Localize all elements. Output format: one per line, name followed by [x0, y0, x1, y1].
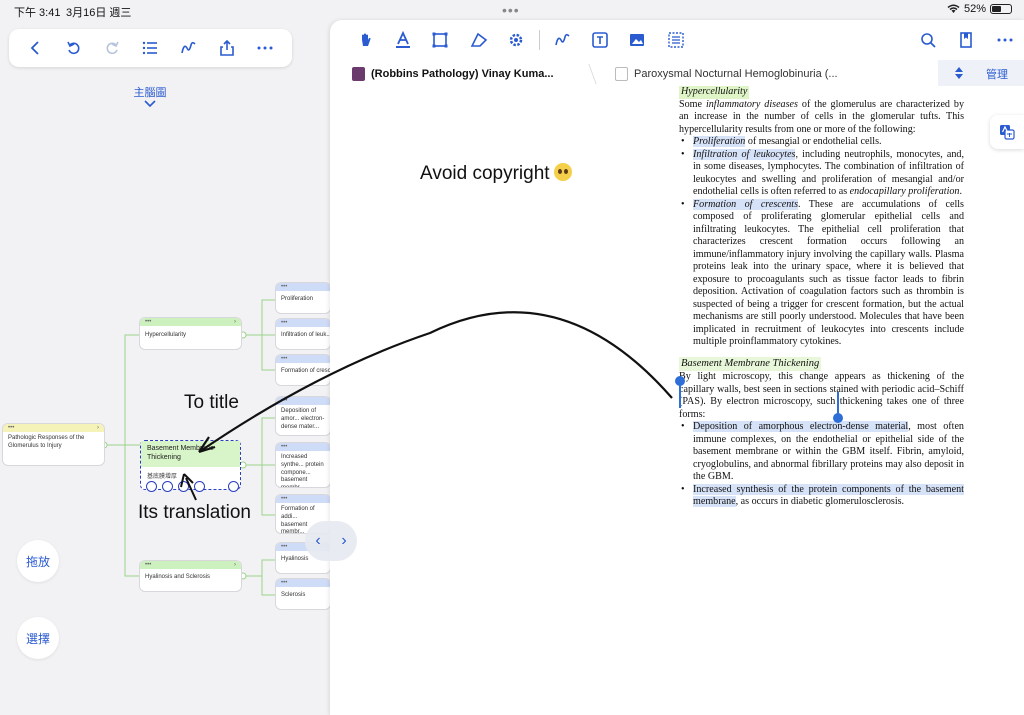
pdf-pane: (Robbins Pathology) Vinay Kuma... Paroxy… — [330, 20, 1024, 715]
chevron-left-icon[interactable]: ‹ — [315, 532, 320, 550]
node-increased-synthesis[interactable]: ••• Increased synthe... protein compone.… — [276, 443, 330, 487]
mindmap-toolbar — [9, 29, 292, 67]
battery-icon — [990, 4, 1012, 14]
pdf-toolbar — [330, 20, 1024, 60]
annotation-its-translation: Its translation — [138, 502, 251, 523]
node-sclerosis[interactable]: ••• Sclerosis — [276, 579, 330, 609]
list-item: Increased synthesis of the protein compo… — [679, 483, 964, 509]
list-item: Proliferation of mesangial or endothelia… — [679, 136, 964, 149]
battery-fill — [992, 6, 1002, 12]
node-label: Deposition of amor... electron-dense mat… — [281, 408, 325, 430]
paragraph: Some inflammatory diseases of the glomer… — [679, 98, 964, 135]
bookmark-icon[interactable] — [955, 29, 977, 51]
more-icon[interactable] — [994, 29, 1016, 51]
section-heading-hypercellularity: Hypercellularity — [679, 86, 750, 99]
node-label: Increased synthe... protein compone... b… — [281, 454, 324, 487]
list-item: Infiltration of leukocytes, including ne… — [679, 148, 964, 199]
node-action-icon[interactable] — [146, 481, 157, 492]
node-label: Basement Membrane Thickening — [141, 441, 240, 467]
list-item: Formation of crescents. These are accumu… — [679, 198, 964, 349]
node-hypercellularity[interactable]: ••• › Hypercellularity — [140, 318, 241, 349]
search-icon[interactable] — [917, 29, 939, 51]
pdf-page-content[interactable]: Hypercellularity Some inflammatory disea… — [679, 86, 964, 548]
node-label: Hyalinosis and Sclerosis — [145, 574, 211, 580]
node-action-icon[interactable] — [162, 481, 173, 492]
pane-switcher[interactable]: ‹ › — [305, 521, 357, 561]
bullet-list: Proliferation of mesangial or endothelia… — [679, 136, 964, 349]
crop-tool-icon[interactable] — [429, 29, 451, 51]
list-icon[interactable] — [137, 35, 163, 61]
redo-icon[interactable] — [99, 35, 125, 61]
manage-button[interactable]: 管理 — [986, 66, 1008, 82]
section-heading-basement-selected[interactable]: Basement Membrane Thickening — [679, 356, 822, 371]
sort-arrows-icon[interactable] — [954, 66, 964, 80]
node-action-icon[interactable] — [194, 481, 205, 492]
selection-handle-start[interactable] — [675, 376, 685, 386]
status-bar: 下午 3:41 3月16日 週三 ••• 52% — [0, 0, 1024, 20]
tab-pnh[interactable]: Paroxysmal Nocturnal Hemoglobinuria (... — [615, 62, 855, 86]
toolbar-divider — [539, 30, 540, 50]
back-icon[interactable] — [23, 35, 49, 61]
tab-label: (Robbins Pathology) Vinay Kuma... — [371, 68, 554, 80]
multitask-dots-icon[interactable]: ••• — [502, 2, 520, 18]
chevron-down-icon[interactable] — [143, 99, 157, 109]
selection-icon[interactable] — [665, 29, 687, 51]
drag-button[interactable]: 拖放 — [17, 540, 59, 582]
bullet-list: Deposition of amorphous electron-dense m… — [679, 421, 964, 509]
status-right: 52% — [947, 3, 1012, 15]
gear-icon[interactable] — [505, 29, 527, 51]
manage-area: 管理 — [938, 60, 1024, 86]
node-action-icon[interactable] — [228, 481, 239, 492]
node-action-icon[interactable] — [178, 481, 189, 492]
annotation-to-title: To title — [184, 392, 239, 413]
node-infiltration[interactable]: ••• Infiltration of leuk... — [276, 319, 330, 349]
status-date: 3月16日 週三 — [66, 7, 132, 19]
translate-icon[interactable] — [990, 115, 1024, 149]
tab-label: Paroxysmal Nocturnal Hemoglobinuria (... — [634, 68, 838, 80]
document-icon — [615, 67, 628, 81]
selection-handle-end[interactable] — [833, 413, 843, 423]
node-label: Hypercellularity — [145, 332, 187, 338]
pen-icon[interactable] — [552, 29, 574, 51]
select-button[interactable]: 選擇 — [17, 617, 59, 659]
annotation-avoid-copyright: Avoid copyright — [420, 163, 572, 185]
node-label: Formation of cresc... — [281, 368, 330, 374]
node-proliferation[interactable]: ••• Proliferation — [276, 283, 330, 313]
pen-icon[interactable] — [176, 35, 202, 61]
pleading-face-emoji-icon — [553, 163, 572, 181]
paragraph: By light microscopy, this change appears… — [679, 371, 964, 420]
node-action-icons — [146, 481, 239, 492]
chevron-right-icon[interactable]: › — [341, 532, 346, 550]
highlight-tool-icon[interactable] — [392, 29, 414, 51]
node-label: Proliferation — [281, 296, 314, 302]
share-icon[interactable] — [214, 35, 240, 61]
tab-robbins[interactable]: (Robbins Pathology) Vinay Kuma... — [352, 62, 592, 86]
undo-icon[interactable] — [61, 35, 87, 61]
hand-tool-icon[interactable] — [355, 29, 377, 51]
node-label: Pathologic Responses of the Glomerulus t… — [8, 435, 85, 449]
status-time: 下午 3:41 — [14, 7, 61, 19]
node-formation[interactable]: ••• Formation of cresc... — [276, 355, 330, 385]
battery-percent: 52% — [963, 3, 986, 15]
document-tabs: (Robbins Pathology) Vinay Kuma... Paroxy… — [330, 62, 1024, 86]
more-icon[interactable] — [252, 35, 278, 61]
shape-tool-icon[interactable] — [468, 29, 490, 51]
wifi-icon — [947, 4, 960, 13]
node-label: Sclerosis — [281, 592, 306, 598]
mindmap-title[interactable]: 主腦圖 — [120, 84, 180, 100]
document-icon — [352, 67, 365, 81]
image-icon[interactable] — [626, 29, 648, 51]
node-deposition[interactable]: ••• Deposition of amor... electron-dense… — [276, 397, 330, 435]
mindmap-root-node[interactable]: ••• › Pathologic Responses of the Glomeru… — [3, 424, 104, 465]
list-item: Deposition of amorphous electron-dense m… — [679, 421, 964, 484]
text-box-icon[interactable] — [589, 29, 611, 51]
node-hyalinosis[interactable]: ••• › Hyalinosis and Sclerosis — [140, 561, 241, 591]
node-label: Infiltration of leuk... — [281, 332, 330, 338]
